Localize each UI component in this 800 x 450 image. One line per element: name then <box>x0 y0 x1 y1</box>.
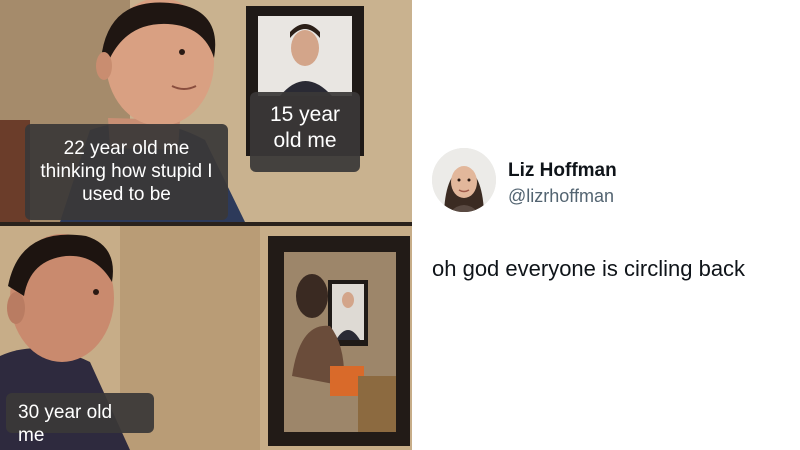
caption-15-year-old: 15 year old me <box>250 92 360 172</box>
display-name[interactable]: Liz Hoffman <box>508 160 617 182</box>
user-handle[interactable]: @lizrhoffman <box>508 186 614 207</box>
tweet-text: oh god everyone is circling back <box>432 256 746 281</box>
avatar[interactable] <box>432 148 496 212</box>
meme-panel-bottom: 30 year old me <box>0 226 412 450</box>
meme-image: 22 year old me thinking how stupid I use… <box>0 0 412 450</box>
tweet-card: Liz Hoffman @lizrhoffman oh god everyone… <box>412 0 800 450</box>
meme-panel-top: 22 year old me thinking how stupid I use… <box>0 0 412 222</box>
caption-22-year-old: 22 year old me thinking how stupid I use… <box>25 124 228 220</box>
caption-30-year-old: 30 year old me <box>6 393 154 446</box>
profile-photo-icon <box>432 148 496 212</box>
